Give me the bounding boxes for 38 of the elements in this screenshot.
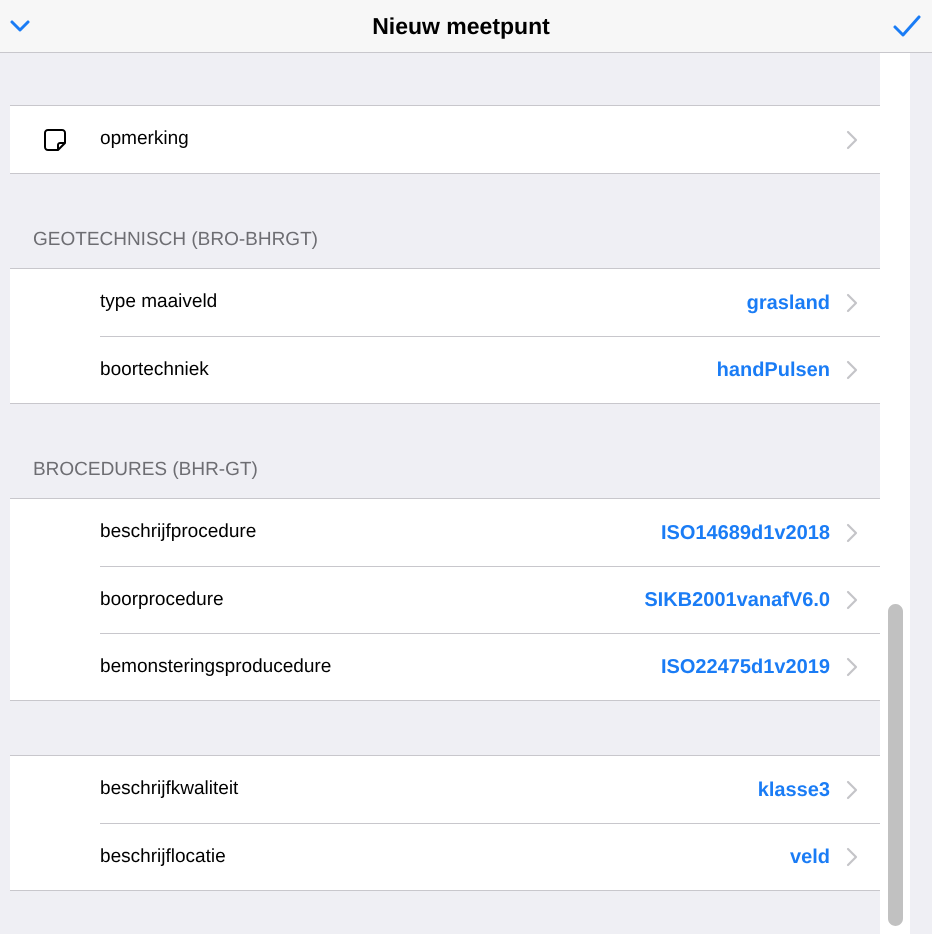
row-label: beschrijfkwaliteit: [100, 777, 240, 802]
chevron-icon: [846, 130, 858, 150]
chevron-icon: [846, 780, 858, 800]
row-label: bemonsteringsproducedure: [100, 654, 332, 679]
checkmark-icon: [892, 13, 922, 39]
list-row[interactable]: beschrijflocatie veld: [100, 823, 880, 890]
chevron-icon: [846, 657, 858, 677]
row-label: beschrijflocatie: [100, 844, 227, 869]
list-row[interactable]: opmerking: [10, 106, 880, 173]
chevron-icon: [846, 590, 858, 610]
row-value: ISO22475d1v2019: [660, 655, 830, 680]
row-label: boortechniek: [100, 358, 210, 382]
list-row[interactable]: boortechniek handPulsen: [100, 336, 880, 403]
chevron-icon: [846, 847, 858, 867]
row-value: grasland: [746, 290, 830, 316]
row-label: beschrijfprocedure: [100, 520, 258, 544]
row-value: veld: [790, 845, 830, 870]
window-title: Nieuw meetpunt: [372, 12, 550, 41]
row-value: SIKB2001vanafV6.0: [644, 588, 830, 613]
row-value: klasse3: [758, 778, 830, 802]
list-row[interactable]: bemonsteringsproducedure ISO22475d1v2019: [100, 633, 880, 700]
chevron-icon: [846, 360, 858, 380]
chevron-down-icon: [9, 19, 31, 33]
list-row[interactable]: type maaiveld grasland: [10, 269, 880, 336]
scrollbar-thumb[interactable]: [888, 604, 902, 926]
chevron-icon: [846, 522, 858, 542]
section-header: BROCEDURES (BHR-GT): [33, 458, 258, 482]
row-label: opmerking: [100, 127, 190, 152]
row-label: type maaiveld: [100, 290, 218, 314]
note-icon: [43, 128, 67, 152]
row-label: boorprocedure: [100, 588, 225, 612]
chevron-icon: [846, 292, 858, 312]
section-header: GEOTECHNISCH (BRO-BHRGT): [33, 228, 318, 252]
row-value: ISO14689d1v2018: [660, 520, 830, 546]
row-value: handPulsen: [716, 358, 830, 383]
list-row[interactable]: boorprocedure SIKB2001vanafV6.0: [100, 566, 880, 633]
list-row[interactable]: beschrijfkwaliteit klasse3: [10, 756, 880, 823]
list-row[interactable]: beschrijfprocedure ISO14689d1v2018: [10, 499, 880, 566]
